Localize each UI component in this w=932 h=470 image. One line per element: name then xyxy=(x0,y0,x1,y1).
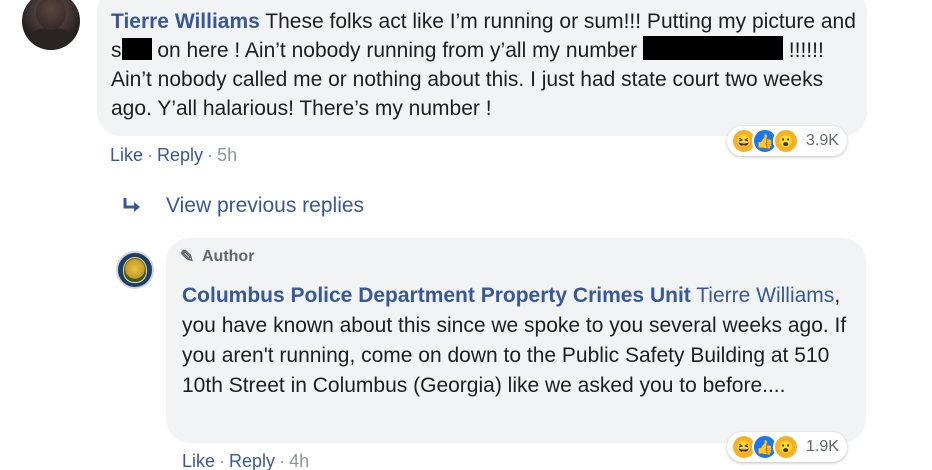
reactions-summary[interactable]: 😆 👍 😮 1.9K xyxy=(727,432,847,462)
like-link[interactable]: Like xyxy=(182,451,215,470)
reply-arrow-icon xyxy=(120,195,144,217)
author-badge: ✎ Author xyxy=(180,247,254,267)
separator: · xyxy=(279,451,286,470)
comment-author-link[interactable]: Tierre Williams xyxy=(111,10,260,33)
wow-icon: 😮 xyxy=(773,434,799,460)
reaction-count: 1.9K xyxy=(806,438,839,455)
reply-author-link[interactable]: Columbus Police Department Property Crim… xyxy=(182,284,691,307)
reply-link[interactable]: Reply xyxy=(229,451,275,470)
comment-actions: Like · Reply · 5h xyxy=(110,145,241,166)
reactions-summary[interactable]: 😆 👍 😮 3.9K xyxy=(727,126,847,156)
reply-link[interactable]: Reply xyxy=(157,145,203,165)
avatar-shoulders xyxy=(24,28,78,50)
comment-text-part2: on here ! Ain’t nobody running from y’al… xyxy=(157,39,638,62)
like-link[interactable]: Like xyxy=(110,145,143,165)
comment-text: Tierre Williams These folks act like I’m… xyxy=(111,7,856,123)
pencil-icon: ✎ xyxy=(180,247,195,266)
separator: · xyxy=(147,145,154,165)
page-avatar[interactable] xyxy=(116,251,154,289)
police-badge-icon xyxy=(123,257,147,283)
wow-icon: 😮 xyxy=(773,128,799,154)
separator: · xyxy=(207,145,214,165)
reply-actions: Like · Reply · 4h xyxy=(182,451,313,470)
mention-link[interactable]: Tierre Williams xyxy=(696,284,834,307)
view-previous-replies[interactable]: View previous replies xyxy=(120,194,364,218)
timestamp[interactable]: 4h xyxy=(289,451,309,470)
avatar-face xyxy=(36,0,66,30)
timestamp[interactable]: 5h xyxy=(217,145,237,165)
redaction-bar xyxy=(642,36,783,60)
reply-text: Columbus Police Department Property Crim… xyxy=(182,281,857,401)
author-badge-label: Author xyxy=(202,248,255,265)
reaction-count: 3.9K xyxy=(806,132,839,149)
separator: · xyxy=(219,451,226,470)
redaction-bar xyxy=(121,38,152,60)
view-previous-replies-label: View previous replies xyxy=(166,194,365,217)
commenter-avatar[interactable] xyxy=(22,0,80,50)
